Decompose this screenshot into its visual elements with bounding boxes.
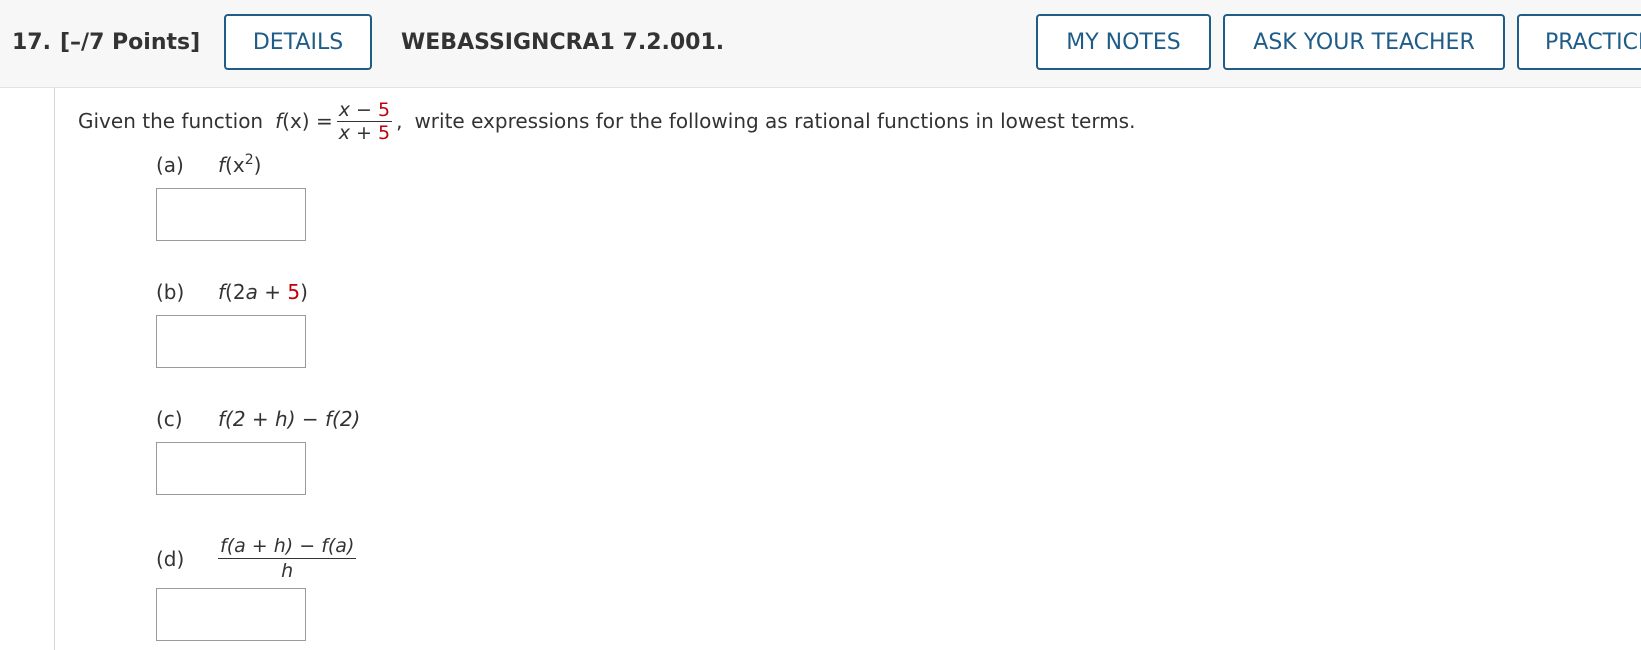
details-button[interactable]: DETAILS: [224, 14, 372, 70]
part-a-prompt: (a) f(x2): [156, 152, 262, 177]
part-c-expression: f(2 + h) − f(2): [218, 407, 361, 431]
left-divider: [54, 88, 55, 650]
prompt-comma: ,: [396, 109, 403, 133]
practice-another-button[interactable]: PRACTICE ANOTHER: [1517, 14, 1641, 70]
question-header: 17. [–/7 Points] DETAILS WEBASSIGNCRA1 7…: [0, 0, 1641, 88]
function-name: f: [275, 109, 283, 133]
part-c-prompt: (c) f(2 + h) − f(2): [156, 407, 360, 431]
part-d-fraction: f(a + h) − f(a) h: [218, 534, 357, 583]
part-c-label: (c): [156, 407, 183, 431]
part-b-prompt: (b) f(2a + 5): [156, 280, 308, 304]
function-argument: (x) =: [282, 109, 333, 133]
prompt-lead-text: Given the function: [78, 109, 264, 133]
question-reference: WEBASSIGNCRA1 7.2.001.: [401, 30, 725, 55]
part-d-label: (d): [156, 546, 185, 571]
fraction-denominator: x + 5: [338, 121, 391, 144]
part-d-denominator: h: [281, 560, 294, 582]
ask-your-teacher-button[interactable]: ASK YOUR TEACHER: [1223, 14, 1505, 70]
part-b-label: (b): [156, 280, 185, 304]
part-d-numerator: f(a + h) − f(a): [218, 535, 357, 559]
part-a-answer-input[interactable]: [156, 188, 306, 241]
points-indicator: [–/7 Points]: [60, 30, 201, 55]
part-b-answer-input[interactable]: [156, 315, 306, 368]
part-c-answer-input[interactable]: [156, 442, 306, 495]
fraction-numerator: x − 5: [336, 98, 393, 122]
part-d-answer-input[interactable]: [156, 588, 306, 641]
prompt-trail-text: write expressions for the following as r…: [414, 109, 1136, 133]
question-number: 17.: [12, 30, 51, 55]
part-a-label: (a): [156, 153, 184, 177]
function-fraction: x − 5 x + 5: [336, 98, 393, 144]
part-d-prompt: (d) f(a + h) − f(a) h: [156, 534, 357, 583]
question-prompt: Given the function f (x) = x − 5 x + 5 ,…: [78, 96, 1135, 146]
my-notes-button[interactable]: MY NOTES: [1036, 14, 1211, 70]
